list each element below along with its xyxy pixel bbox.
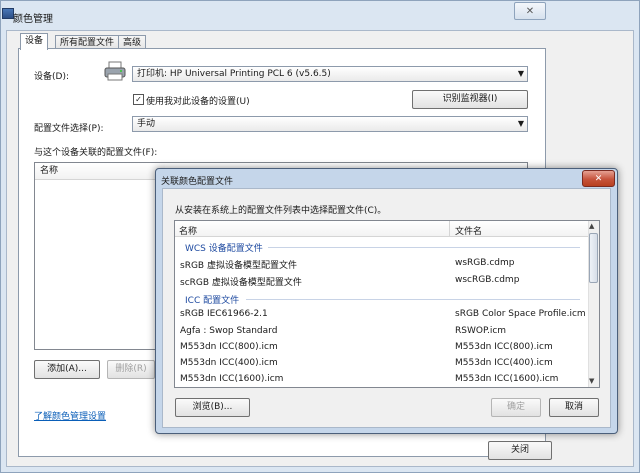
profile-row-file[interactable]: M553dn ICC(400).icm <box>455 358 553 368</box>
profile-row-name[interactable]: M553dn ICC(400).icm <box>180 358 278 368</box>
tab-devices[interactable]: 设备 <box>20 33 49 50</box>
profile-row-file[interactable]: sRGB Color Space Profile.icm <box>455 309 586 319</box>
dialog-title: 关联颜色配置文件 <box>161 177 234 187</box>
column-header-name[interactable]: 名称 <box>35 163 165 180</box>
profile-row-name[interactable]: sRGB 虚拟设备模型配置文件 <box>180 258 297 271</box>
device-label: 设备(D): <box>34 72 69 82</box>
profile-row-file[interactable]: M553dn ICC(800).icm <box>455 342 553 352</box>
profile-selection-select[interactable]: 手动 ▼ <box>132 116 528 132</box>
profile-row-file[interactable]: wscRGB.cdmp <box>455 275 519 285</box>
window-close-button[interactable]: ✕ <box>514 2 546 20</box>
associated-profiles-label: 与这个设备关联的配置文件(F): <box>34 148 158 158</box>
scroll-down-icon[interactable]: ▼ <box>589 377 594 385</box>
group-divider <box>246 299 580 300</box>
profile-row-name[interactable]: Agfa : Swop Standard <box>180 326 277 336</box>
profile-list-header <box>175 221 588 237</box>
window-title: 颜色管理 <box>13 14 53 25</box>
remove-profile-button[interactable]: 删除(R) <box>107 360 155 379</box>
group-header-icc: ICC 配置文件 <box>185 296 240 306</box>
column-divider[interactable] <box>449 221 450 236</box>
chevron-down-icon: ▼ <box>517 69 524 78</box>
group-divider <box>268 247 580 248</box>
scrollbar-thumb[interactable] <box>589 233 598 283</box>
cancel-button[interactable]: 取消 <box>549 398 599 417</box>
scroll-up-icon[interactable]: ▲ <box>589 222 594 230</box>
dialog-instruction: 从安装在系统上的配置文件列表中选择配置文件(C)。 <box>175 206 387 216</box>
profile-row-name[interactable]: scRGB 虚拟设备模型配置文件 <box>180 275 302 288</box>
device-select[interactable]: 打印机: HP Universal Printing PCL 6 (v5.6.5… <box>132 66 528 82</box>
profile-row-file[interactable]: wsRGB.cdmp <box>455 258 514 268</box>
profile-row-file[interactable]: RSWOP.icm <box>455 326 506 336</box>
identify-monitors-button[interactable]: 识别监视器(I) <box>412 90 528 109</box>
use-settings-label: 使用我对此设备的设置(U) <box>146 97 250 107</box>
device-select-value: 打印机: HP Universal Printing PCL 6 (v5.6.5… <box>137 69 331 79</box>
chevron-down-icon: ▼ <box>517 119 524 128</box>
profile-row-name[interactable]: M553dn ICC(1600).icm <box>180 374 283 384</box>
profile-selection-value: 手动 <box>137 119 156 129</box>
learn-color-management-link[interactable]: 了解颜色管理设置 <box>34 409 106 422</box>
dialog-close-button[interactable]: ✕ <box>582 170 615 187</box>
browse-button[interactable]: 浏览(B)... <box>175 398 250 417</box>
add-profile-button[interactable]: 添加(A)... <box>34 360 100 379</box>
group-header-wcs: WCS 设备配置文件 <box>185 244 263 254</box>
close-button[interactable]: 关闭 <box>488 441 552 460</box>
profile-row-name[interactable]: sRGB IEC61966-2.1 <box>180 309 268 319</box>
column-header-filename[interactable]: 文件名 <box>455 224 482 237</box>
profile-selection-label: 配置文件选择(P): <box>34 124 104 134</box>
use-settings-checkbox[interactable]: ✓ <box>133 94 144 105</box>
profile-row-file[interactable]: M553dn ICC(1600).icm <box>455 374 558 384</box>
printer-icon <box>104 61 126 81</box>
ok-button[interactable]: 确定 <box>491 398 541 417</box>
profile-row-name[interactable]: M553dn ICC(800).icm <box>180 342 278 352</box>
column-header-name[interactable]: 名称 <box>179 224 197 237</box>
